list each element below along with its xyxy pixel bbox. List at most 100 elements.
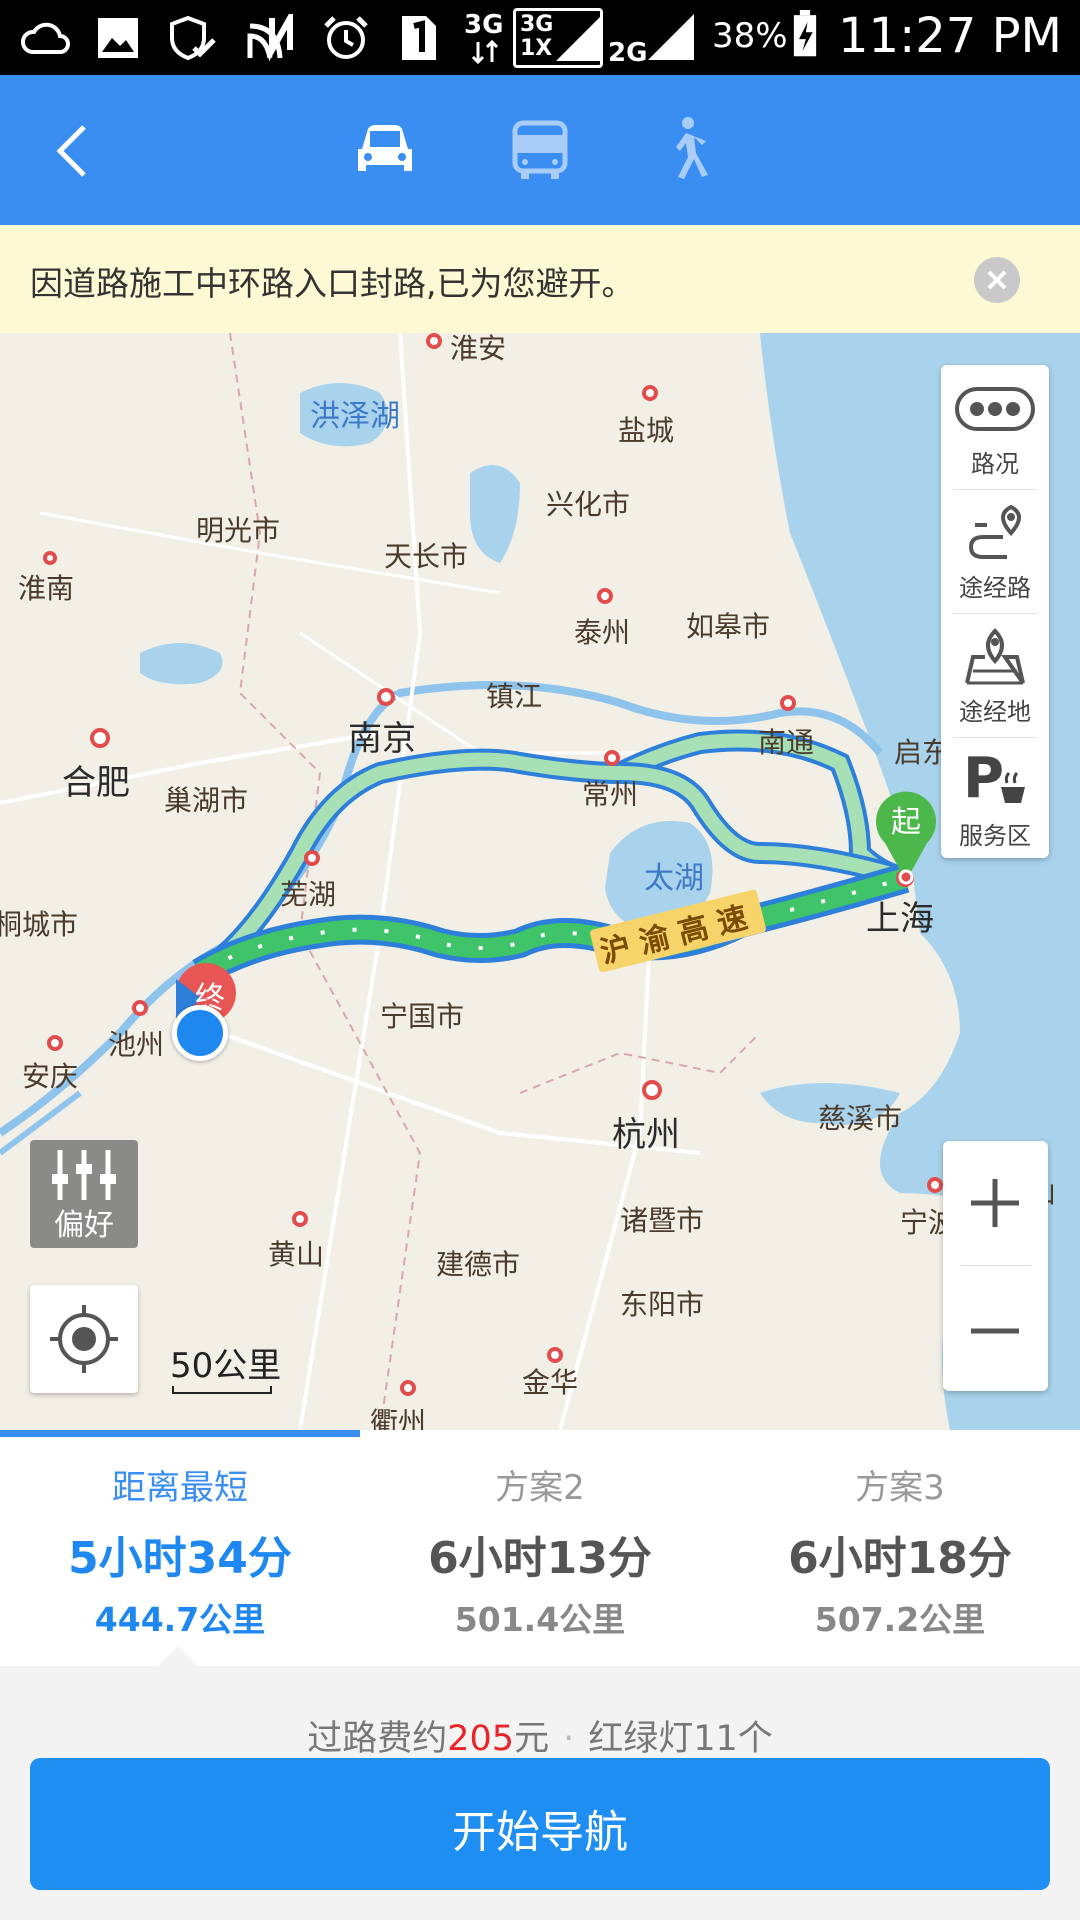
city-label: 池州 bbox=[108, 1028, 165, 1061]
city-label: 衢州 bbox=[370, 1406, 427, 1430]
toll-amount: 205 bbox=[447, 1719, 515, 1759]
lake-label: 洪泽湖 bbox=[310, 399, 400, 434]
separator-dot: · bbox=[563, 1719, 575, 1759]
zoom-controls bbox=[943, 1141, 1048, 1391]
route-map[interactable]: 淮安 洪泽湖 盐城 兴化市 明光市 天长市 淮南 泰州 如皋市 镇江 南京 南通… bbox=[0, 333, 1080, 1430]
city-label: 建德市 bbox=[436, 1248, 521, 1281]
via-road-button[interactable]: 途经路 bbox=[941, 489, 1049, 613]
preference-button[interactable]: 偏好 bbox=[30, 1140, 138, 1248]
via-road-icon bbox=[968, 504, 1021, 559]
alarm-icon bbox=[324, 16, 368, 59]
toll-prefix: 过路费约 bbox=[307, 1719, 448, 1759]
city-label: 安庆 bbox=[22, 1060, 79, 1093]
car-mode-icon[interactable] bbox=[350, 113, 420, 188]
route-duration: 5小时34分 bbox=[68, 1533, 292, 1584]
locate-button[interactable] bbox=[30, 1285, 138, 1393]
city-label: 南通 bbox=[758, 726, 815, 759]
route-options: 距离最短 5小时34分 444.7公里 方案2 6小时13分 501.4公里 方… bbox=[0, 1430, 1080, 1666]
city-label: 杭州 bbox=[612, 1115, 680, 1155]
city-label: 东阳市 bbox=[620, 1288, 705, 1321]
divider bbox=[961, 1265, 1031, 1266]
service-area-label: 服务区 bbox=[959, 822, 1031, 850]
city-label: 天长市 bbox=[384, 540, 469, 573]
network-3g-label: 3G bbox=[464, 10, 504, 40]
route-name: 距离最短 bbox=[112, 1468, 248, 1508]
nfc-icon bbox=[247, 14, 293, 62]
city-label: 如皋市 bbox=[686, 610, 771, 643]
notice-message: 因道路施工中环路入口封路,已为您避开。 bbox=[30, 264, 635, 303]
back-icon[interactable] bbox=[40, 113, 110, 188]
walk-mode-icon[interactable] bbox=[650, 113, 720, 188]
city-label: 巢湖市 bbox=[164, 784, 249, 817]
city-label: 宁国市 bbox=[380, 1000, 465, 1033]
battery-percent: 38% bbox=[712, 16, 788, 56]
toll-suffix: 元 bbox=[514, 1719, 550, 1759]
city-label: 芜湖 bbox=[280, 878, 337, 911]
city-label: 常州 bbox=[582, 778, 639, 811]
scale-bar bbox=[172, 1386, 272, 1394]
image-icon bbox=[98, 18, 138, 58]
start-navigation-button[interactable]: 开始导航 bbox=[30, 1758, 1050, 1890]
header-bar bbox=[0, 75, 1080, 225]
traffic-label: 路况 bbox=[971, 450, 1019, 478]
route-name: 方案3 bbox=[855, 1468, 945, 1508]
route-option-1[interactable]: 距离最短 5小时34分 444.7公里 bbox=[0, 1430, 360, 1666]
start-marker[interactable]: 起 bbox=[871, 785, 941, 885]
route-name: 方案2 bbox=[495, 1468, 585, 1508]
city-label: 慈溪市 bbox=[818, 1102, 903, 1135]
start-marker-label: 起 bbox=[891, 805, 921, 840]
svg-text:P: P bbox=[963, 747, 1004, 811]
zoom-out-icon[interactable] bbox=[969, 1305, 1021, 1357]
scale-label: 50公里 bbox=[170, 1346, 282, 1386]
city-label: 合肥 bbox=[62, 763, 130, 803]
city-label: 兴化市 bbox=[546, 488, 631, 521]
close-icon bbox=[987, 270, 1007, 290]
route-distance: 444.7公里 bbox=[94, 1600, 266, 1639]
network-3g-1x-box: 3G 1X bbox=[513, 8, 603, 68]
via-place-button[interactable]: 途经地 bbox=[941, 613, 1049, 737]
city-label: 明光市 bbox=[196, 514, 281, 547]
locate-icon bbox=[50, 1305, 118, 1373]
traffic-icon bbox=[955, 387, 1035, 431]
sim-1-icon bbox=[402, 16, 436, 60]
trip-info-line: 过路费约205元 · 红绿灯11个 bbox=[0, 1710, 1080, 1761]
city-label: 淮安 bbox=[450, 333, 507, 365]
traffic-button[interactable]: 路况 bbox=[941, 365, 1049, 489]
lake-label: 太湖 bbox=[644, 861, 704, 896]
route-option-3[interactable]: 方案3 6小时18分 507.2公里 bbox=[720, 1430, 1080, 1666]
notice-close-button[interactable] bbox=[974, 257, 1020, 303]
route-distance: 507.2公里 bbox=[814, 1600, 986, 1639]
via-road-label: 途经路 bbox=[959, 574, 1031, 602]
status-bar: 3G 3G 1X 2G 38% 11:27 PM bbox=[0, 0, 1080, 75]
map-tools-panel: 路况 途经路 途经地 P 服务区 bbox=[941, 365, 1049, 858]
shield-check-icon bbox=[170, 15, 216, 61]
route-distance: 501.4公里 bbox=[454, 1600, 626, 1639]
road-notice-banner: 因道路施工中环路入口封路,已为您避开。 bbox=[0, 225, 1080, 333]
zoom-in-icon[interactable] bbox=[969, 1177, 1021, 1229]
signal-2g-icon bbox=[648, 14, 694, 60]
via-place-icon bbox=[965, 628, 1025, 685]
data-arrows-icon bbox=[471, 40, 499, 64]
route-option-2[interactable]: 方案2 6小时13分 501.4公里 bbox=[360, 1430, 720, 1666]
battery-icon bbox=[793, 10, 817, 57]
clock: 11:27 PM bbox=[838, 8, 1062, 64]
route-duration: 6小时13分 bbox=[428, 1533, 652, 1584]
service-area-button[interactable]: P 服务区 bbox=[941, 737, 1049, 861]
city-label: 泰州 bbox=[574, 616, 631, 649]
service-area-icon: P bbox=[963, 747, 1025, 811]
route-duration: 6小时18分 bbox=[788, 1533, 1012, 1584]
bus-mode-icon[interactable] bbox=[505, 113, 575, 188]
sliders-icon bbox=[52, 1150, 116, 1200]
city-label: 黄山 bbox=[268, 1238, 325, 1271]
city-label: 上海 bbox=[866, 899, 934, 939]
city-label: 镇江 bbox=[486, 680, 543, 713]
cloud-icon bbox=[21, 22, 70, 54]
city-label: 桐城市 bbox=[0, 908, 79, 941]
network-2g-label: 2G bbox=[608, 38, 648, 68]
via-place-label: 途经地 bbox=[959, 698, 1031, 726]
city-label: 诸暨市 bbox=[620, 1204, 705, 1237]
start-navigation-label: 开始导航 bbox=[452, 1807, 628, 1858]
current-location-dot bbox=[172, 1005, 228, 1061]
traffic-lights-count: 红绿灯11个 bbox=[588, 1719, 773, 1759]
network-3g-1x-label: 3G 1X bbox=[520, 12, 554, 61]
